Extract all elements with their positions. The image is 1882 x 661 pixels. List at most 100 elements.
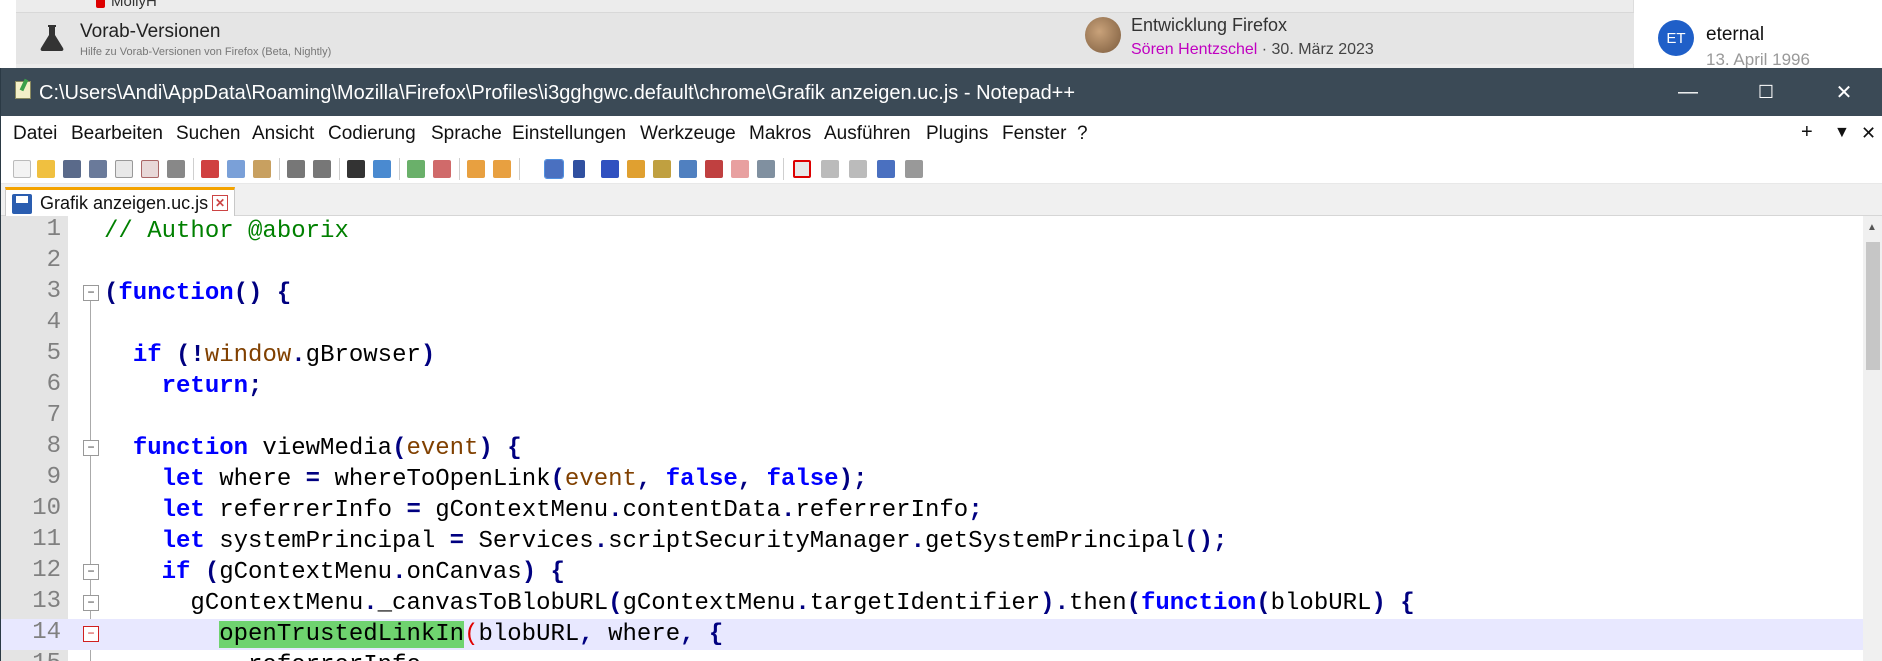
play-macro-icon[interactable] [849, 160, 867, 178]
scroll-up-icon[interactable]: ▲ [1867, 222, 1877, 233]
code-text: function viewMedia(event) { [132, 435, 522, 462]
close-all-icon[interactable] [141, 160, 159, 178]
toolbar-separator [459, 158, 460, 180]
fold-collapse-icon[interactable]: − [83, 626, 99, 642]
code-text: let referrerInfo = gContextMenu.contentD… [161, 497, 983, 524]
notepadpp-icon [15, 81, 31, 99]
code-line: 15 referrerInfo, [1, 650, 1863, 661]
folder-workspace-icon[interactable] [679, 160, 697, 178]
code-line-current: 14 − openTrustedLinkIn(blobURL, where, { [1, 619, 1863, 650]
category-title[interactable]: Vorab-Versionen [80, 21, 221, 43]
menu-ansicht[interactable]: Ansicht [252, 123, 314, 145]
show-all-chars-icon[interactable] [573, 160, 585, 178]
close-doc-icon[interactable]: ✕ [1861, 123, 1876, 144]
menu-bar: Datei Bearbeiten Suchen Ansicht Codierun… [1, 116, 1882, 152]
menu-bearbeiten[interactable]: Bearbeiten [71, 123, 163, 145]
zoom-out-icon[interactable] [433, 160, 451, 178]
last-post-author[interactable]: Sören Hentzschel [1131, 41, 1257, 58]
menu-plugins[interactable]: Plugins [926, 123, 988, 145]
line-number: 3 [46, 278, 61, 305]
menu-werkzeuge[interactable]: Werkzeuge [640, 123, 736, 145]
menu-einstellungen[interactable]: Einstellungen [512, 123, 626, 145]
close-file-icon[interactable] [115, 160, 133, 178]
fold-collapse-icon[interactable]: − [83, 595, 99, 611]
copy-icon[interactable] [227, 160, 245, 178]
line-number: 14 [32, 619, 61, 646]
tab-bar: Grafik anzeigen.uc.js ✕ [1, 184, 1882, 217]
sync-horizontal-icon[interactable] [493, 160, 511, 178]
code-text: referrerInfo, [104, 650, 435, 661]
code-line: 9 let where = whereToOpenLink(event, fal… [1, 464, 1863, 495]
menu-makros[interactable]: Makros [749, 123, 811, 145]
tab-grafik-anzeigen[interactable]: Grafik anzeigen.uc.js ✕ [5, 187, 235, 217]
save-all-icon[interactable] [89, 160, 107, 178]
last-post-date: · 30. März 2023 [1261, 41, 1374, 58]
toolbar-separator [399, 158, 400, 180]
forum-category-row[interactable]: Vorab-Versionen Hilfe zu Vorab-Versionen… [16, 12, 1634, 64]
record-macro-icon[interactable] [793, 160, 811, 178]
member-name[interactable]: eternal [1706, 24, 1764, 46]
title-bar[interactable]: C:\Users\Andi\AppData\Roaming\Mozilla\Fi… [1, 68, 1882, 116]
line-number: 12 [32, 557, 61, 584]
line-number: 13 [32, 588, 61, 615]
redo-icon[interactable] [313, 160, 331, 178]
new-file-icon[interactable] [13, 160, 31, 178]
line-number: 1 [46, 216, 61, 243]
save-macro-icon[interactable] [905, 160, 923, 178]
saved-file-icon [12, 194, 32, 214]
member-avatar[interactable]: ET [1658, 20, 1694, 56]
user-icon [96, 0, 105, 8]
print-icon[interactable] [167, 160, 185, 178]
replace-icon[interactable] [373, 160, 391, 178]
maximize-button[interactable]: ☐ [1727, 68, 1805, 116]
open-file-icon[interactable] [37, 160, 55, 178]
tab-close-icon[interactable]: ✕ [212, 195, 228, 211]
menu-help[interactable]: ? [1077, 123, 1088, 145]
word-wrap-icon[interactable] [544, 159, 564, 179]
stop-macro-icon[interactable] [821, 160, 839, 178]
eye-icon[interactable] [757, 160, 775, 178]
last-post-meta: Sören Hentzschel · 30. März 2023 [1131, 41, 1374, 59]
function-list-icon[interactable] [653, 160, 671, 178]
folder-icon[interactable] [731, 160, 749, 178]
save-icon[interactable] [63, 160, 81, 178]
paste-icon[interactable] [253, 160, 271, 178]
code-line: 4 [1, 309, 1863, 340]
menu-datei[interactable]: Datei [13, 123, 57, 145]
last-post-title[interactable]: Entwicklung Firefox [1131, 15, 1287, 36]
menu-ausfuehren[interactable]: Ausführen [824, 123, 911, 145]
code-editor[interactable]: 1 // Author @aborix 2 3 − (function() { … [1, 216, 1863, 661]
vertical-scrollbar[interactable]: ▲ [1863, 216, 1882, 661]
monitor-icon[interactable] [705, 160, 723, 178]
line-number: 15 [1, 650, 61, 661]
fold-collapse-icon[interactable]: − [83, 440, 99, 456]
code-line: 10 let referrerInfo = gContextMenu.conte… [1, 495, 1863, 526]
menu-sprache[interactable]: Sprache [431, 123, 502, 145]
menu-suchen[interactable]: Suchen [176, 123, 240, 145]
code-text: return; [161, 373, 263, 400]
new-tab-icon[interactable]: + [1801, 121, 1813, 144]
menu-codierung[interactable]: Codierung [328, 123, 416, 145]
code-text: openTrustedLinkIn(blobURL, where, { [219, 621, 724, 648]
code-line: 3 − (function() { [1, 278, 1863, 309]
sync-vertical-icon[interactable] [467, 160, 485, 178]
code-line: 6 return; [1, 371, 1863, 402]
tab-list-icon[interactable]: ▼ [1834, 124, 1850, 142]
undo-icon[interactable] [287, 160, 305, 178]
fold-collapse-icon[interactable]: − [83, 564, 99, 580]
find-icon[interactable] [347, 160, 365, 178]
code-line: 12 − if (gContextMenu.onCanvas) { [1, 557, 1863, 588]
scrollbar-thumb[interactable] [1866, 242, 1880, 370]
sidebar-member: ET eternal 13. April 1996 [1648, 0, 1882, 69]
indent-guide-icon[interactable] [601, 160, 619, 178]
run-multiple-icon[interactable] [877, 160, 895, 178]
minimize-button[interactable]: — [1649, 68, 1727, 116]
fold-collapse-icon[interactable]: − [83, 285, 99, 301]
close-button[interactable]: ✕ [1805, 68, 1882, 116]
menu-fenster[interactable]: Fenster [1002, 123, 1066, 145]
cut-icon[interactable] [201, 160, 219, 178]
doc-map-icon[interactable] [627, 160, 645, 178]
zoom-in-icon[interactable] [407, 160, 425, 178]
forum-prev-item[interactable]: MollyH [96, 0, 157, 10]
last-post-avatar[interactable] [1085, 17, 1121, 53]
